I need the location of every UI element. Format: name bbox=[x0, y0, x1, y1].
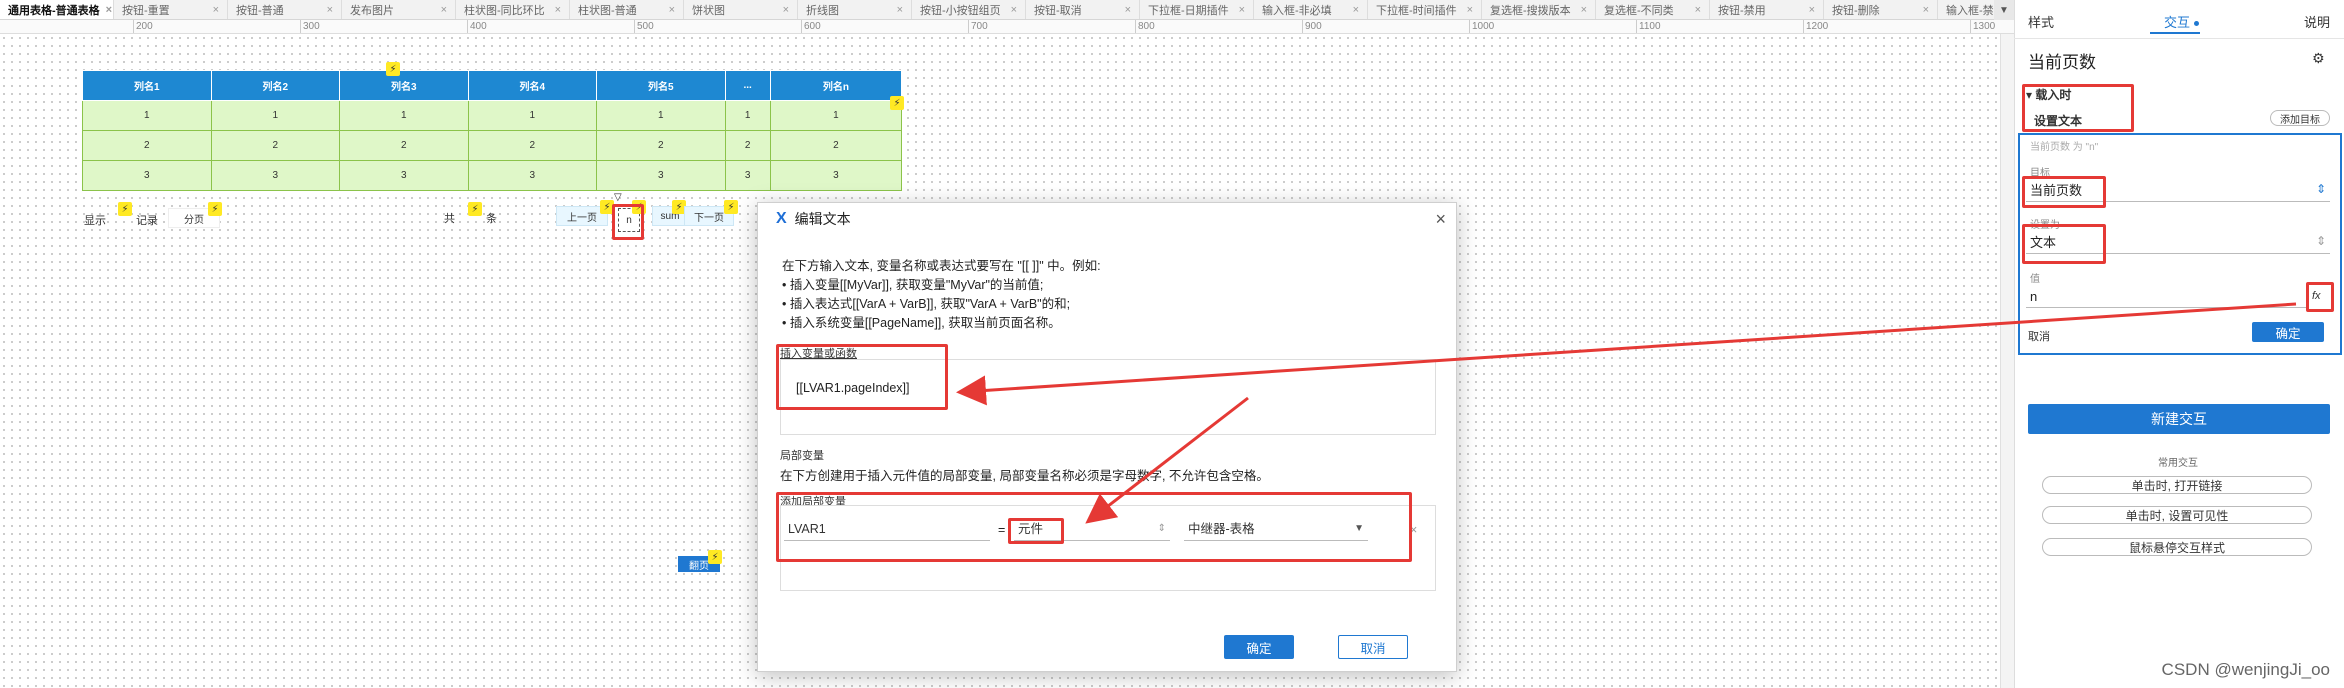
app-window: 通用表格-普通表格 × 按钮-重置 × 按钮-普通 × 发布图片 × 柱状图-同比环比 × 柱状图-… bbox=[0, 0, 2344, 688]
arrow-to-var-type bbox=[1085, 396, 1249, 524]
arrow-fx-to-expression bbox=[956, 302, 2297, 406]
annotation-arrows bbox=[956, 302, 2297, 524]
watermark: CSDN @wenjingJi_oo bbox=[2161, 660, 2330, 679]
